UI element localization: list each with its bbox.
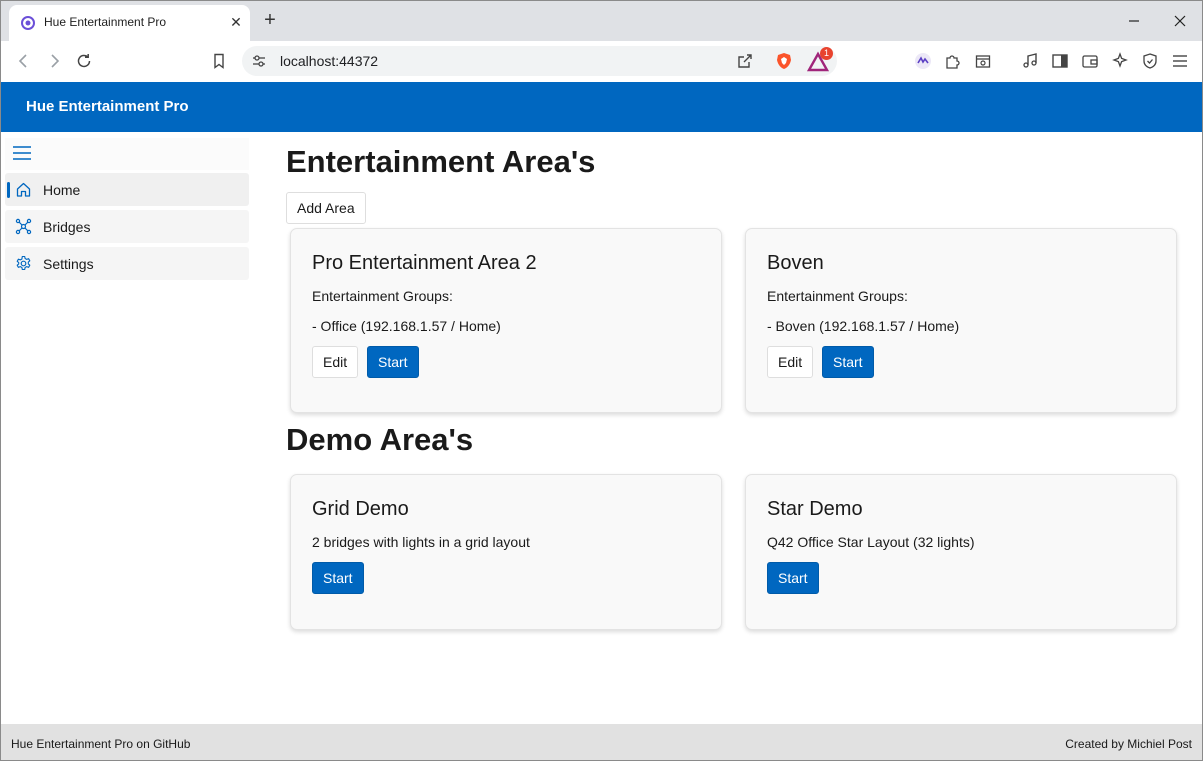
forward-icon[interactable]: [42, 49, 66, 73]
start-button[interactable]: Start: [367, 346, 419, 378]
share-icon[interactable]: [736, 52, 754, 70]
card-description: 2 bridges with lights in a grid layout: [312, 534, 530, 550]
menu-icon[interactable]: [1168, 49, 1192, 73]
card-description: Q42 Office Star Layout (32 lights): [767, 534, 975, 550]
back-icon[interactable]: [12, 49, 36, 73]
sidebar-item-label: Settings: [43, 256, 94, 272]
demo-areas-heading: Demo Area's: [286, 422, 474, 457]
nav-toggle-button[interactable]: [5, 138, 249, 170]
leo-ai-icon[interactable]: [1108, 49, 1132, 73]
brave-rewards-icon[interactable]: 1: [806, 47, 833, 73]
gear-icon: [16, 255, 31, 271]
wallet-extension-icon[interactable]: [911, 49, 935, 73]
sidebar-item-settings[interactable]: Settings: [5, 247, 249, 280]
edit-button[interactable]: Edit: [767, 346, 814, 378]
browser-window: Hue Entertainment Pro ✕ + localhost:4437…: [0, 0, 1203, 761]
browser-tab[interactable]: Hue Entertainment Pro ✕: [9, 5, 250, 41]
app-favicon-icon: [21, 16, 35, 30]
media-music-icon[interactable]: [1018, 49, 1042, 73]
tab-strip: Hue Entertainment Pro ✕ +: [1, 1, 1202, 41]
new-tab-icon[interactable]: +: [259, 10, 281, 32]
start-button[interactable]: Start: [312, 562, 364, 594]
vpn-shield-icon[interactable]: [1138, 49, 1162, 73]
site-info-icon[interactable]: [250, 52, 268, 70]
demo-area-card: Star Demo Q42 Office Star Layout (32 lig…: [745, 474, 1177, 630]
bridges-network-icon: [15, 218, 32, 235]
sidebar: Home Bridges Settings: [1, 132, 250, 724]
add-area-button[interactable]: Add Area: [286, 192, 366, 224]
active-indicator: [7, 182, 10, 198]
start-button[interactable]: Start: [822, 346, 874, 378]
rewards-badge: 1: [820, 47, 833, 60]
footer: Hue Entertainment Pro on GitHub Created …: [1, 724, 1202, 760]
tab-title: Hue Entertainment Pro: [44, 15, 167, 29]
maximize-icon[interactable]: [1111, 1, 1157, 41]
address-bar[interactable]: localhost:44372 1: [242, 46, 837, 76]
groups-label: Entertainment Groups:: [312, 288, 453, 304]
start-button[interactable]: Start: [767, 562, 819, 594]
demo-area-card: Grid Demo 2 bridges with lights in a gri…: [290, 474, 722, 630]
sidebar-item-label: Bridges: [43, 219, 91, 235]
card-title: Boven: [767, 252, 824, 274]
groups-label: Entertainment Groups:: [767, 288, 908, 304]
group-item: - Boven (192.168.1.57 / Home): [767, 318, 960, 334]
home-icon: [16, 182, 31, 197]
card-title: Star Demo: [767, 498, 863, 520]
url-text[interactable]: localhost:44372: [280, 53, 378, 69]
github-link[interactable]: Hue Entertainment Pro on GitHub: [11, 737, 190, 751]
sidebar-item-bridges[interactable]: Bridges: [5, 210, 249, 243]
edit-button[interactable]: Edit: [312, 346, 359, 378]
sidebar-item-home[interactable]: Home: [5, 173, 249, 206]
entertainment-area-card: Pro Entertainment Area 2 Entertainment G…: [290, 228, 722, 413]
entertainment-areas-heading: Entertainment Area's: [286, 144, 596, 179]
app-header: Hue Entertainment Pro: [1, 82, 1202, 132]
credits-text: Created by Michiel Post: [1065, 737, 1192, 751]
hamburger-icon: [13, 146, 31, 160]
app-title[interactable]: Hue Entertainment Pro: [26, 98, 189, 115]
reload-icon[interactable]: [72, 49, 96, 73]
extensions-puzzle-icon[interactable]: [941, 49, 965, 73]
wallet-icon[interactable]: [1078, 49, 1102, 73]
bookmark-icon[interactable]: [207, 49, 231, 73]
main-content: Entertainment Area's Add Area Pro Entert…: [286, 132, 1186, 724]
card-title: Pro Entertainment Area 2: [312, 252, 537, 274]
card-title: Grid Demo: [312, 498, 409, 520]
reading-list-icon[interactable]: [971, 49, 995, 73]
browser-toolbar: localhost:44372 1: [1, 41, 1202, 81]
entertainment-area-card: Boven Entertainment Groups: - Boven (192…: [745, 228, 1177, 413]
close-window-icon[interactable]: [1157, 1, 1202, 41]
tab-close-icon[interactable]: ✕: [227, 13, 245, 31]
brave-shields-icon[interactable]: [774, 51, 794, 71]
sidebar-toggle-icon[interactable]: [1048, 49, 1072, 73]
group-item: - Office (192.168.1.57 / Home): [312, 318, 501, 334]
sidebar-item-label: Home: [43, 182, 81, 198]
